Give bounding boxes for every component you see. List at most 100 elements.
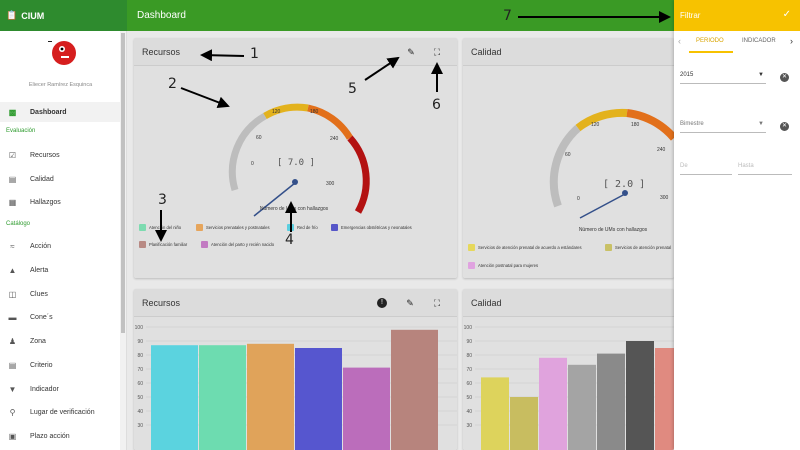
legend-swatch: [139, 241, 146, 248]
card-title: Calidad: [471, 297, 502, 308]
chevron-right-icon[interactable]: ›: [790, 36, 793, 46]
bar-chart-calidad: 100 90 80 70 60 50 40 30: [464, 325, 674, 450]
check-icon[interactable]: ✓: [783, 9, 791, 20]
sidebar-item-plazo[interactable]: ▣ Plazo acción: [0, 426, 121, 446]
to-field[interactable]: Hasta: [738, 163, 792, 175]
bar[interactable]: [655, 348, 674, 450]
dropdown-arrow-icon: ▼: [758, 72, 764, 78]
cone-icon: ▬: [8, 312, 17, 322]
card-calidad-bar: Calidad 100 90 80 70 60 50 40 30: [463, 289, 674, 450]
bar[interactable]: [597, 353, 625, 450]
y-tick-label: 50: [137, 395, 143, 401]
legend-swatch: [331, 224, 338, 231]
document-icon: ▤: [8, 360, 17, 370]
bar[interactable]: [247, 343, 294, 450]
tab-indicator: [689, 51, 733, 53]
tick-180: 180: [310, 109, 319, 115]
bar[interactable]: [151, 345, 198, 450]
year-select[interactable]: 2015 ▼: [680, 72, 766, 84]
legend-item[interactable]: Planificación familiar: [139, 241, 187, 248]
bar[interactable]: [295, 348, 342, 450]
card-header: Calidad: [463, 289, 674, 317]
bar[interactable]: [199, 345, 246, 450]
bar[interactable]: [510, 397, 538, 450]
y-tick-label: 70: [137, 367, 143, 373]
alert-icon[interactable]: !: [377, 298, 387, 308]
gauge-caption: Número de UMs con hallazgos: [259, 206, 329, 212]
dropdown-arrow-icon: ▼: [758, 121, 764, 127]
paint-icon[interactable]: ✎: [406, 47, 416, 57]
section-catalogo: Catálogo: [6, 221, 31, 227]
legend-item[interactable]: Red de frío: [287, 224, 318, 231]
y-tick-label: 30: [466, 423, 472, 429]
tick-60: 60: [565, 152, 571, 158]
legend-item[interactable]: Atención del parto y recién nacido: [201, 241, 274, 248]
sidebar-item-calidad[interactable]: ▤ Calidad: [0, 169, 121, 189]
sidebar: Eliecer Ramírez Esquinca ▩ Dashboard Eva…: [0, 31, 127, 450]
tick-240: 240: [330, 136, 339, 142]
legend-item[interactable]: Atención postnatal para mujeres: [468, 262, 538, 269]
legend-item[interactable]: Servicios de atención prenatal: [605, 244, 671, 251]
tick-240: 240: [657, 147, 666, 153]
y-tick-label: 80: [466, 353, 472, 359]
legend-item[interactable]: Servicios prenatales y postnatales: [196, 224, 270, 231]
fullscreen-icon[interactable]: ⛶: [432, 47, 442, 57]
chevron-left-icon[interactable]: ‹: [678, 36, 681, 46]
legend-item[interactable]: Atención del niño: [139, 224, 181, 231]
profile: Eliecer Ramírez Esquinca: [0, 31, 126, 101]
bar-chart-recursos: 100 90 80 70 60 50 40 30: [135, 325, 457, 450]
from-field[interactable]: De: [680, 163, 732, 175]
warning-icon: ▲: [8, 265, 17, 275]
bar[interactable]: [481, 377, 509, 450]
y-tick-label: 100: [135, 325, 144, 331]
sidebar-item-zona[interactable]: ♟ Zona: [0, 331, 121, 351]
sidebar-item-hallazgos[interactable]: ▦ Hallazgos: [0, 192, 121, 212]
sidebar-item-alerta[interactable]: ▲ Alerta: [0, 260, 121, 280]
sidebar-item-criterio[interactable]: ▤ Criterio: [0, 355, 121, 375]
card-body: 100 90 80 70 60 50 40 30: [134, 317, 457, 450]
sidebar-item-recursos[interactable]: ☑ Recursos: [0, 145, 121, 165]
card-header: Calidad: [463, 38, 674, 66]
bar[interactable]: [626, 341, 654, 450]
sidebar-item-indicador[interactable]: ▼ Indicador: [0, 379, 121, 399]
sidebar-scrollbar[interactable]: [120, 31, 126, 450]
action-icon: ≈: [10, 241, 15, 251]
legend-swatch: [201, 241, 208, 248]
sidebar-item-accion[interactable]: ≈ Acción: [0, 236, 121, 256]
card-calidad-gauge: Calidad 0 60 120 180 240 300 [ 2.0 ] Núm…: [463, 38, 674, 278]
clear-year-button[interactable]: ✕: [780, 73, 789, 82]
paint-icon[interactable]: ✎: [405, 298, 415, 308]
annotation-6: 6: [432, 97, 441, 113]
tab-indicador[interactable]: INDICADOR: [742, 38, 776, 44]
y-tick-label: 30: [137, 423, 143, 429]
y-tick-label: 60: [466, 381, 472, 387]
tab-periodo[interactable]: PERIODO: [696, 38, 724, 44]
fullscreen-icon[interactable]: ⛶: [432, 298, 442, 308]
page-title: Dashboard: [137, 10, 186, 21]
tick-300: 300: [660, 195, 669, 201]
card-header: Recursos ✎ ⛶: [134, 38, 457, 66]
sidebar-item-clues[interactable]: ◫ Clues: [0, 284, 121, 304]
y-tick-label: 90: [466, 339, 472, 345]
period-select[interactable]: Bimestre ▼: [680, 121, 766, 133]
profile-name: Eliecer Ramírez Esquinca: [28, 82, 93, 88]
card-body: 60 0 120 180 240 300 [ 7.0 ] Número de U…: [134, 66, 457, 278]
sidebar-item-cones[interactable]: ▬ Cone´s: [0, 307, 121, 327]
card-header: Recursos ! ✎ ⛶: [134, 289, 457, 317]
y-tick-label: 90: [137, 339, 143, 345]
sidebar-item-dashboard[interactable]: ▩ Dashboard: [0, 102, 121, 122]
page-header: Dashboard: [127, 0, 674, 31]
clear-period-button[interactable]: ✕: [780, 122, 789, 131]
bar[interactable]: [391, 329, 438, 450]
avatar: [48, 41, 76, 65]
sidebar-item-lugar[interactable]: ⚲ Lugar de verificación: [0, 402, 121, 422]
bar[interactable]: [568, 364, 596, 450]
building-icon: ◫: [8, 289, 17, 299]
tick-120: 120: [272, 109, 281, 115]
bar[interactable]: [539, 357, 567, 450]
legend-item[interactable]: Emergencias obstétricas y neonatales: [331, 224, 412, 231]
filter-tabs: ‹ PERIODO INDICADOR ›: [674, 31, 800, 53]
annotation-5: 5: [348, 81, 357, 97]
bar[interactable]: [343, 367, 390, 450]
legend-item[interactable]: Servicios de atención prenatal de acuerd…: [468, 244, 582, 251]
